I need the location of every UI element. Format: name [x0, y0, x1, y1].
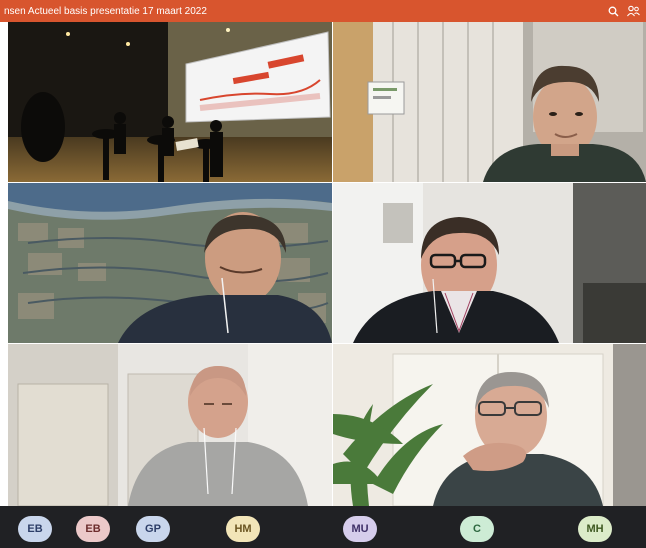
video-tile-presentation-room[interactable] — [8, 22, 332, 182]
participant-plant-image — [333, 344, 646, 506]
participant-avatar-4[interactable]: HM — [226, 516, 260, 542]
window-titlebar: nsen Actueel basis presentatie 17 maart … — [0, 0, 646, 22]
participants-icon[interactable] — [626, 4, 640, 18]
participant-avatar-1[interactable]: EB — [18, 516, 52, 542]
participant-avatar-2[interactable]: EB — [76, 516, 110, 542]
video-tile-participant-glasses[interactable] — [333, 183, 646, 343]
participant-avatar-7[interactable]: MH — [578, 516, 612, 542]
search-icon[interactable] — [606, 4, 620, 18]
window-title: nsen Actueel basis presentatie 17 maart … — [4, 5, 207, 17]
participant-glasses-image — [333, 183, 646, 343]
participant-city-background-image — [8, 183, 332, 343]
video-tile-participant-grey-shirt[interactable] — [8, 344, 332, 506]
participant-avatar-5[interactable]: MU — [343, 516, 377, 542]
participant-avatar-6[interactable]: C — [460, 516, 494, 542]
participant-grey-shirt-image — [8, 344, 332, 506]
presentation-room-image — [8, 22, 332, 182]
video-grid — [0, 22, 646, 506]
video-tile-participant-plant[interactable] — [333, 344, 646, 506]
participant-avatar-3[interactable]: GP — [136, 516, 170, 542]
participant-bar: EB EB GP HM MU C MH — [0, 506, 646, 548]
video-tile-participant-city-background[interactable] — [8, 183, 332, 343]
video-tile-participant-office[interactable] — [333, 22, 646, 182]
participant-office-image — [333, 22, 646, 182]
